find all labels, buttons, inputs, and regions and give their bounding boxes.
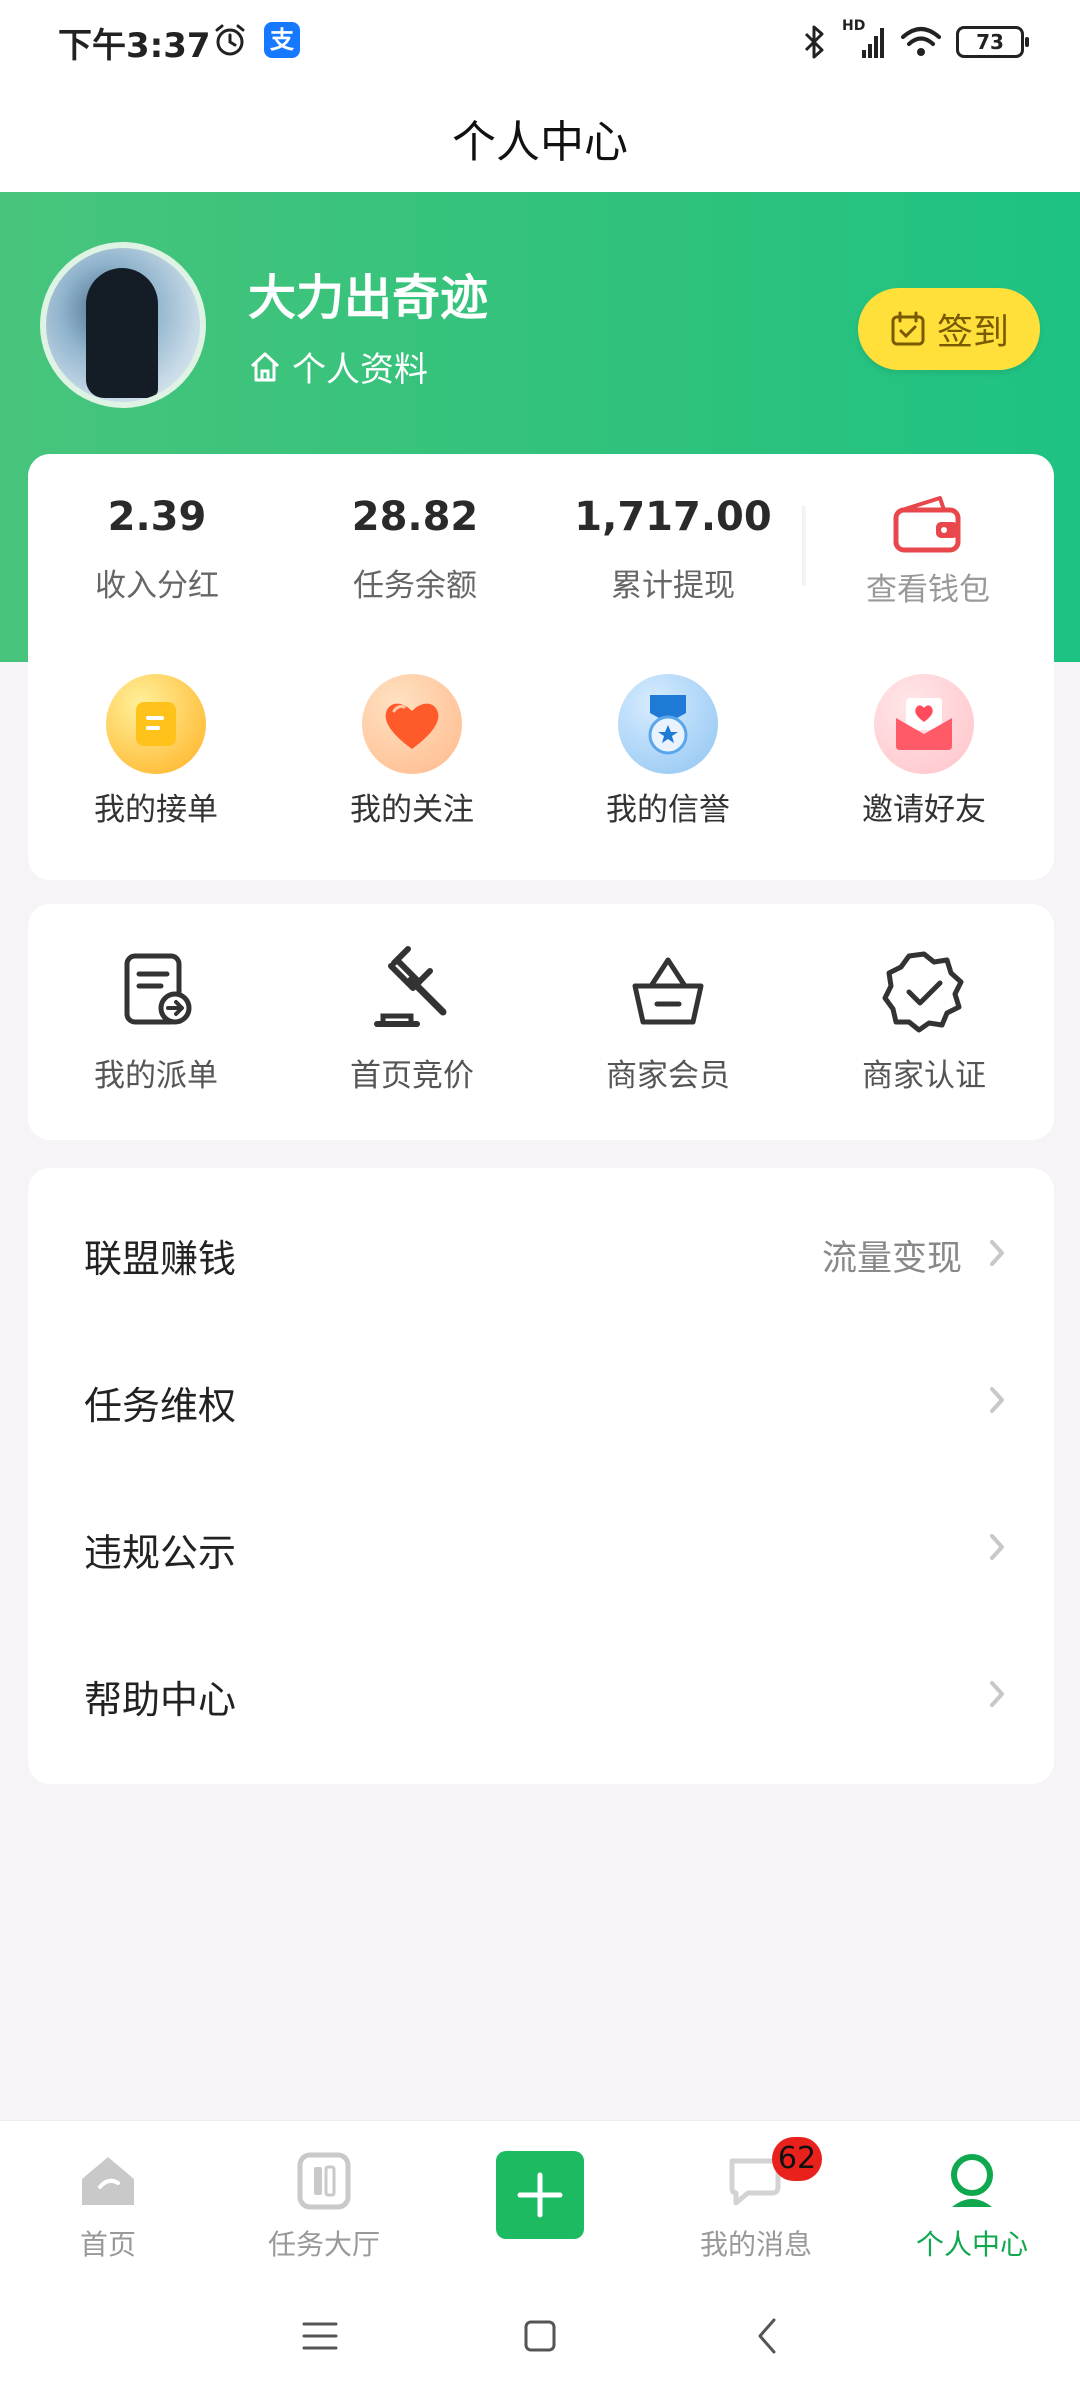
stat-label: 任务余额 bbox=[353, 568, 477, 604]
battery-level: 73 bbox=[976, 30, 1004, 54]
home-icon bbox=[82, 2157, 134, 2205]
task-note-icon bbox=[106, 674, 206, 774]
chevron-right-icon bbox=[990, 1534, 1004, 1560]
tool-merchant-member[interactable]: 商家会员 bbox=[540, 946, 796, 1095]
account-card: 2.39 收入分红 28.82 任务余额 1,717.00 累计提现 查看钱包 bbox=[28, 454, 1054, 880]
quick-my-orders[interactable]: 我的接单 bbox=[28, 674, 284, 829]
username: 大力出奇迹 bbox=[248, 270, 489, 326]
gavel-icon bbox=[374, 946, 447, 1027]
publish-button[interactable] bbox=[496, 2151, 584, 2239]
quick-label: 我的关注 bbox=[350, 792, 474, 828]
avatar-silhouette bbox=[86, 268, 158, 398]
menu-extra: 流量变现 bbox=[821, 1239, 962, 1279]
menu-item-help[interactable]: 帮助中心 bbox=[28, 1619, 1054, 1765]
task-hall-icon bbox=[297, 2152, 351, 2210]
quick-label: 邀请好友 bbox=[862, 792, 986, 828]
stat-value: 28.82 bbox=[351, 494, 479, 540]
tab-task-hall[interactable]: 任务大厅 bbox=[234, 2151, 414, 2263]
quick-my-follows[interactable]: 我的关注 bbox=[284, 674, 540, 829]
stat-label: 累计提现 bbox=[611, 568, 735, 604]
menu-label: 任务维权 bbox=[84, 1384, 237, 1428]
profile-icon bbox=[951, 2154, 993, 2207]
stats-row: 2.39 收入分红 28.82 任务余额 1,717.00 累计提现 查看钱包 bbox=[28, 494, 1054, 609]
tools-row: 我的派单 首页竞价 商家会员 商家认证 bbox=[28, 946, 1054, 1095]
stat-value: 2.39 bbox=[107, 494, 207, 540]
wifi-icon bbox=[901, 27, 941, 56]
quick-my-reputation[interactable]: 我的信誉 bbox=[540, 674, 796, 829]
tool-home-bidding[interactable]: 首页竞价 bbox=[284, 946, 540, 1095]
quick-invite-friends[interactable]: 邀请好友 bbox=[796, 674, 1052, 829]
signin-label: 签到 bbox=[936, 312, 1009, 353]
wallet-button[interactable]: 查看钱包 bbox=[802, 494, 1054, 609]
envelope-heart-icon bbox=[874, 674, 974, 774]
wallet-label: 查看钱包 bbox=[866, 572, 990, 608]
tab-profile[interactable]: 个人中心 bbox=[882, 2151, 1062, 2263]
alarm-icon bbox=[215, 24, 245, 56]
tool-label: 我的派单 bbox=[94, 1058, 218, 1094]
signin-button[interactable]: 签到 bbox=[858, 288, 1040, 370]
stat-balance[interactable]: 28.82 任务余额 bbox=[286, 494, 544, 609]
tool-label: 商家会员 bbox=[606, 1058, 730, 1094]
battery-icon: 73 bbox=[956, 26, 1029, 58]
plus-icon bbox=[517, 2172, 563, 2218]
tab-label: 我的消息 bbox=[699, 2228, 812, 2261]
status-bar: 下午3:37 支 HD 73 bbox=[0, 0, 1080, 80]
title-bar: 个人中心 bbox=[0, 80, 1080, 192]
menu-list-card: 联盟赚钱 流量变现 任务维权 违规公示 帮助中心 bbox=[28, 1168, 1054, 1784]
home-square-icon[interactable] bbox=[516, 2312, 564, 2360]
menu-icon[interactable] bbox=[296, 2312, 344, 2360]
heart-icon bbox=[362, 674, 462, 774]
avatar[interactable] bbox=[40, 242, 206, 408]
menu-item-alliance[interactable]: 联盟赚钱 流量变现 bbox=[28, 1178, 1054, 1324]
signal-icon: HD bbox=[842, 18, 886, 60]
crown-basket-icon bbox=[632, 957, 704, 1025]
message-badge: 62 bbox=[772, 2137, 822, 2181]
system-nav-bar bbox=[0, 2272, 1080, 2400]
divider bbox=[802, 506, 806, 586]
status-time: 下午3:37 bbox=[58, 26, 211, 66]
stat-withdrawn[interactable]: 1,717.00 累计提现 bbox=[544, 494, 802, 609]
bluetooth-icon bbox=[804, 25, 824, 59]
tool-label: 首页竞价 bbox=[350, 1058, 474, 1094]
chevron-right-icon bbox=[990, 1240, 1004, 1266]
menu-label: 联盟赚钱 bbox=[84, 1237, 237, 1281]
calendar-check-icon bbox=[891, 311, 925, 346]
chevron-right-icon bbox=[990, 1387, 1004, 1413]
tool-merchant-verify[interactable]: 商家认证 bbox=[796, 946, 1052, 1095]
medal-icon bbox=[618, 674, 718, 774]
status-right-group: HD 73 bbox=[800, 18, 1029, 62]
tab-label: 任务大厅 bbox=[267, 2228, 380, 2261]
tab-label: 个人中心 bbox=[915, 2228, 1028, 2261]
tool-label: 商家认证 bbox=[862, 1058, 986, 1094]
stat-income[interactable]: 2.39 收入分红 bbox=[28, 494, 286, 609]
verified-badge-icon bbox=[882, 951, 964, 1033]
quick-label: 我的接单 bbox=[94, 792, 218, 828]
quick-label: 我的信誉 bbox=[606, 792, 730, 828]
menu-item-violations[interactable]: 违规公示 bbox=[28, 1472, 1054, 1618]
hd-label: HD bbox=[842, 18, 866, 34]
tab-home[interactable]: 首页 bbox=[18, 2151, 198, 2263]
dispatch-doc-icon bbox=[124, 953, 192, 1025]
chevron-right-icon bbox=[990, 1681, 1004, 1707]
page-title: 个人中心 bbox=[452, 117, 628, 168]
menu-item-rights[interactable]: 任务维权 bbox=[28, 1325, 1054, 1471]
tool-my-dispatch[interactable]: 我的派单 bbox=[28, 946, 284, 1095]
quick-actions-row: 我的接单 我的关注 我的信誉 邀请好友 bbox=[28, 674, 1054, 829]
profile-link[interactable]: 个人资料 bbox=[248, 342, 428, 391]
stat-label: 收入分红 bbox=[95, 568, 219, 604]
profile-link-label: 个人资料 bbox=[292, 350, 428, 390]
menu-label: 违规公示 bbox=[84, 1531, 237, 1575]
merchant-tools-card: 我的派单 首页竞价 商家会员 商家认证 bbox=[28, 904, 1054, 1140]
home-outline-icon bbox=[250, 352, 280, 381]
back-icon[interactable] bbox=[744, 2312, 792, 2360]
tab-label: 首页 bbox=[79, 2228, 136, 2261]
stat-value: 1,717.00 bbox=[574, 494, 772, 540]
alipay-icon: 支 bbox=[264, 22, 300, 58]
wallet-icon bbox=[893, 496, 961, 553]
menu-label: 帮助中心 bbox=[84, 1678, 237, 1722]
bottom-tab-bar: 首页 任务大厅 我的消息 62 个人中心 bbox=[0, 2120, 1080, 2272]
